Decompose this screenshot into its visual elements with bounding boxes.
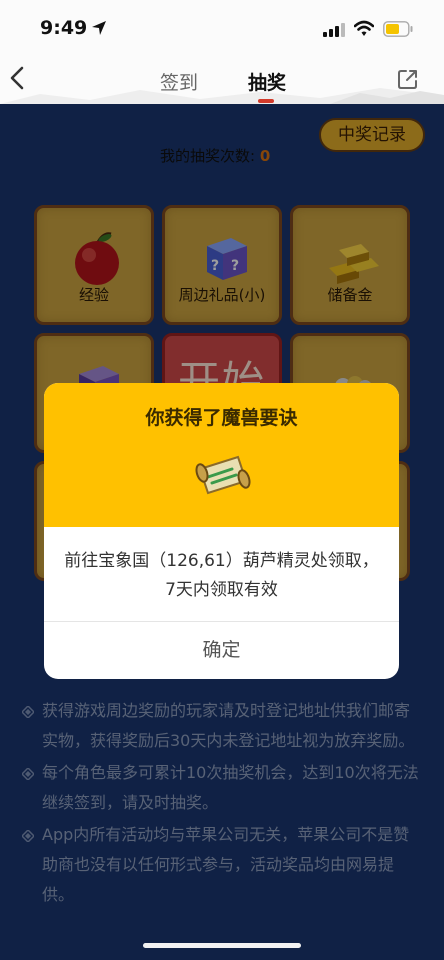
share-icon[interactable]: [396, 67, 420, 91]
dialog-header: 你获得了魔兽要诀: [44, 383, 399, 527]
dialog-message: 前往宝象国（126,61）葫芦精灵处领取，7天内领取有效: [64, 551, 379, 600]
scroll-icon: [195, 455, 251, 495]
confirm-button[interactable]: 确定: [44, 622, 399, 679]
dialog-title: 你获得了魔兽要诀: [145, 407, 298, 429]
status-time: 9:49: [40, 17, 88, 39]
home-indicator: [143, 943, 301, 948]
cellular-signal-icon: [323, 23, 345, 37]
wifi-icon: [354, 20, 374, 36]
tab-lottery[interactable]: 抽奖: [248, 68, 286, 95]
reward-dialog: 你获得了魔兽要诀 前往宝象国（126,61）葫芦精灵处领取，7天内领取有效 确定: [44, 383, 399, 679]
ink-mountains-decoration: [0, 88, 444, 104]
location-arrow-icon: [92, 21, 106, 35]
active-tab-indicator: [258, 99, 274, 103]
top-bar: 9:49 签到 抽奖: [0, 0, 444, 104]
battery-icon: [383, 21, 413, 37]
tab-signin[interactable]: 签到: [160, 68, 198, 95]
